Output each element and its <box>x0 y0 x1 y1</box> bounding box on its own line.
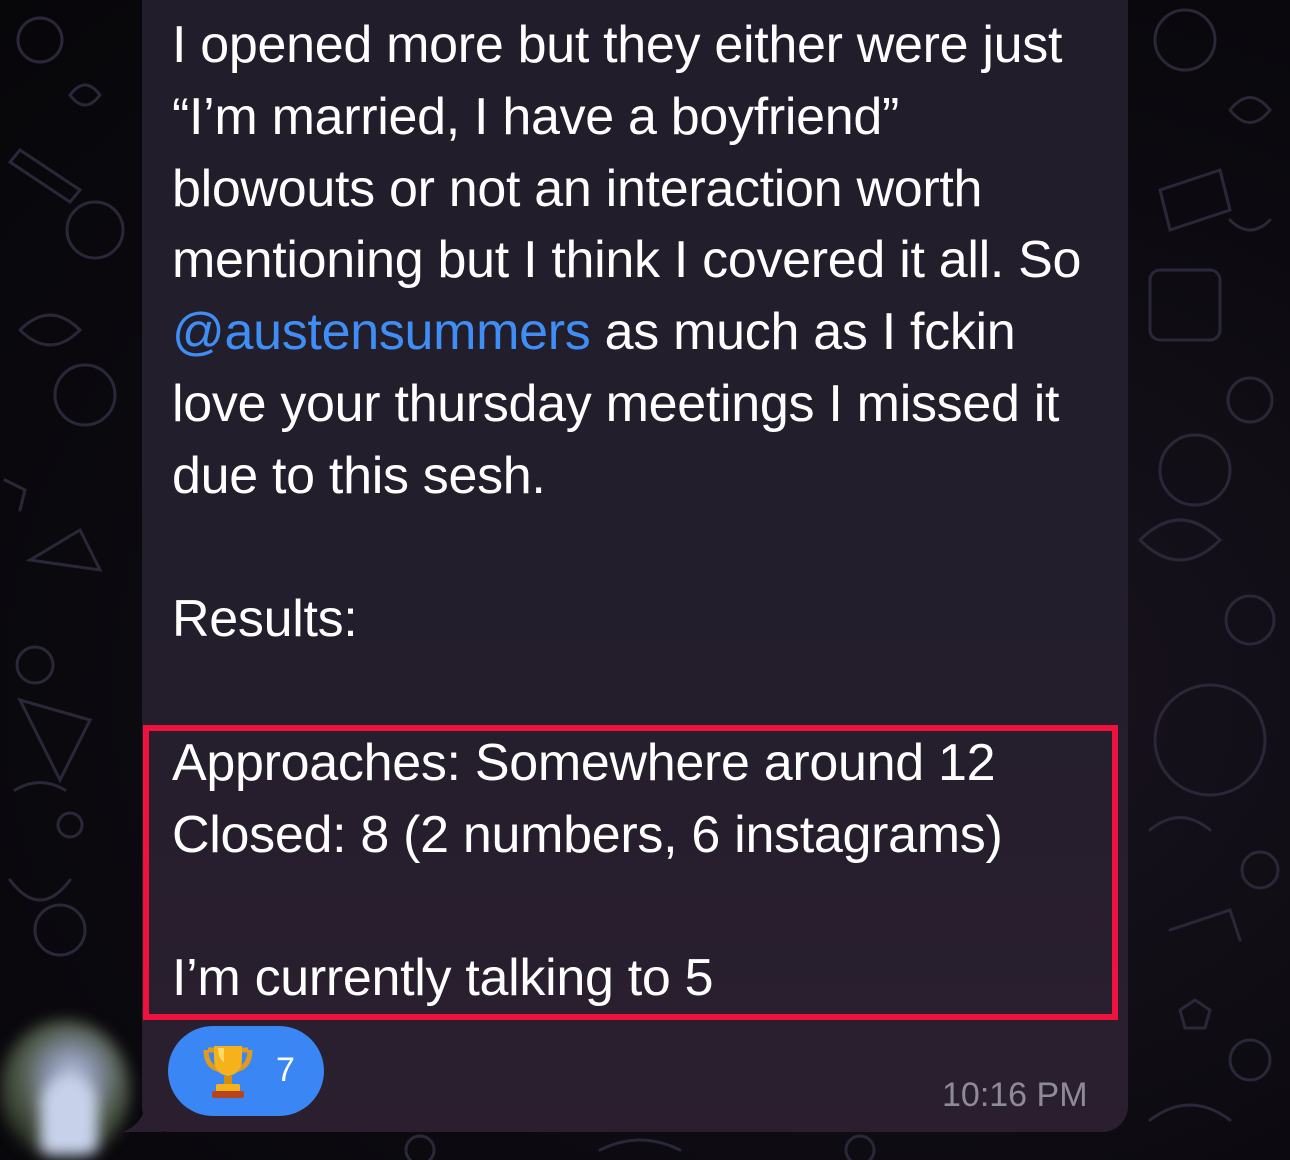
sender-avatar[interactable] <box>0 1020 130 1160</box>
message-text-part: I opened more but they either were just … <box>172 16 1096 290</box>
message-timestamp: 10:16 PM <box>942 1076 1088 1114</box>
closed-line: Closed: 8 (2 numbers, 6 instagrams) <box>172 805 1003 864</box>
reaction-trophy-button[interactable] <box>168 1026 324 1116</box>
message-text: I opened more but they either were just … <box>172 10 1112 1015</box>
talking-line: I’m currently talking to 5 <box>172 949 714 1008</box>
results-label: Results: <box>172 590 358 649</box>
reaction-count: 7 <box>276 1051 295 1089</box>
trophy-icon <box>203 1046 253 1098</box>
mention-link[interactable]: @austensummers <box>172 303 591 361</box>
approaches-line: Approaches: Somewhere around 12 <box>172 733 996 792</box>
message-paragraph-1: I opened more but they either were just … <box>172 10 1112 513</box>
